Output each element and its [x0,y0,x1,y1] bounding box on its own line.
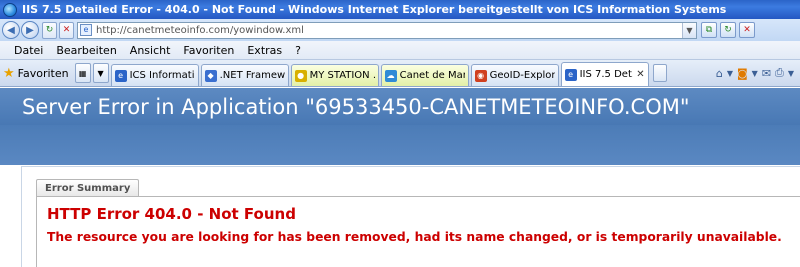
error-summary-tab: Error Summary [36,179,140,196]
home-dropdown-icon[interactable]: ▼ [727,69,733,78]
error-summary-box: HTTP Error 404.0 - Not Found The resourc… [36,196,800,267]
tab-dotnet[interactable]: ◆ .NET Framewo... [200,64,289,86]
tab-my-station[interactable]: ● MY STATION ... [290,64,379,86]
error-description: The resource you are looking for has bee… [47,230,782,244]
close-tab-icon[interactable]: ✕ [633,69,644,80]
ics-icon: e [114,69,127,82]
error-content: Error Summary HTTP Error 404.0 - Not Fou… [21,166,800,267]
address-actions: ⧉ ↻ ✕ [701,22,755,38]
window-title-bar: IIS 7.5 Detailed Error - 404.0 - Not Fou… [0,0,800,19]
tab-canet-de-mar[interactable]: ☁ Canet de Mar -... [380,64,469,86]
print-icon[interactable]: ⎙ [775,66,784,80]
menu-help[interactable]: ? [295,44,301,57]
quick-tabs-icon[interactable]: ▦ [74,63,91,83]
menu-tools[interactable]: Extras [247,44,282,57]
weather-icon: ☁ [384,69,397,82]
page-title: Server Error in Application "69533450-CA… [22,94,690,119]
favorites-star-icon[interactable]: ★ [3,66,15,81]
compatibility-view-icon[interactable]: ⧉ [701,22,717,38]
window-title: IIS 7.5 Detailed Error - 404.0 - Not Fou… [22,3,727,16]
ie-app-icon [3,2,17,17]
menu-edit[interactable]: Bearbeiten [56,44,116,57]
feeds-dropdown-icon[interactable]: ▼ [752,69,758,78]
menu-file[interactable]: Datei [14,44,43,57]
menu-bar: Datei Bearbeiten Ansicht Favoriten Extra… [0,41,800,60]
go-refresh-icon[interactable]: ↻ [720,22,736,38]
station-icon: ● [294,69,307,82]
forward-button[interactable]: ▶ [21,21,39,39]
ie-page-icon: e [564,68,577,81]
refresh-icon[interactable]: ↻ [42,21,57,39]
page-favicon-icon: e [80,24,92,36]
tab-iis-error[interactable]: e IIS 7.5 Det... ✕ [560,62,649,86]
feeds-icon[interactable]: ◙ [737,67,748,80]
favorites-button[interactable]: Favoriten [18,67,69,80]
back-button[interactable]: ◀ [2,21,20,39]
favorites-tab-bar: ★ Favoriten ▦ ▼ e ICS Informatio... ◆ .N… [0,60,800,87]
dotnet-icon: ◆ [204,69,217,82]
command-bar: ⌂ ▼ ◙ ▼ ✉ ⎙ ▼ [716,66,800,80]
menu-favorites[interactable]: Favoriten [183,44,234,57]
tab-geoid-explorer[interactable]: ◉ GeoID-Explorer [470,64,559,86]
geo-icon: ◉ [474,69,487,82]
error-title: HTTP Error 404.0 - Not Found [47,205,296,223]
address-url: http://canetmeteoinfo.com/yowindow.xml [96,24,304,36]
stop-page-icon[interactable]: ✕ [739,22,755,38]
stop-icon[interactable]: ✕ [59,21,74,39]
mail-icon[interactable]: ✉ [762,67,771,80]
menu-view[interactable]: Ansicht [130,44,171,57]
tab-list-icon[interactable]: ▼ [92,63,109,83]
header-band [0,125,800,165]
print-dropdown-icon[interactable]: ▼ [788,69,794,78]
address-dropdown-icon[interactable]: ▼ [682,22,696,38]
page-header: Server Error in Application "69533450-CA… [0,88,800,125]
home-icon[interactable]: ⌂ [716,67,723,80]
address-input[interactable]: e http://canetmeteoinfo.com/yowindow.xml… [77,21,697,39]
address-toolbar: ◀ ▶ ↻ ✕ e http://canetmeteoinfo.com/yowi… [0,19,800,41]
tab-ics[interactable]: e ICS Informatio... [110,64,199,86]
new-tab-icon[interactable] [652,64,667,82]
